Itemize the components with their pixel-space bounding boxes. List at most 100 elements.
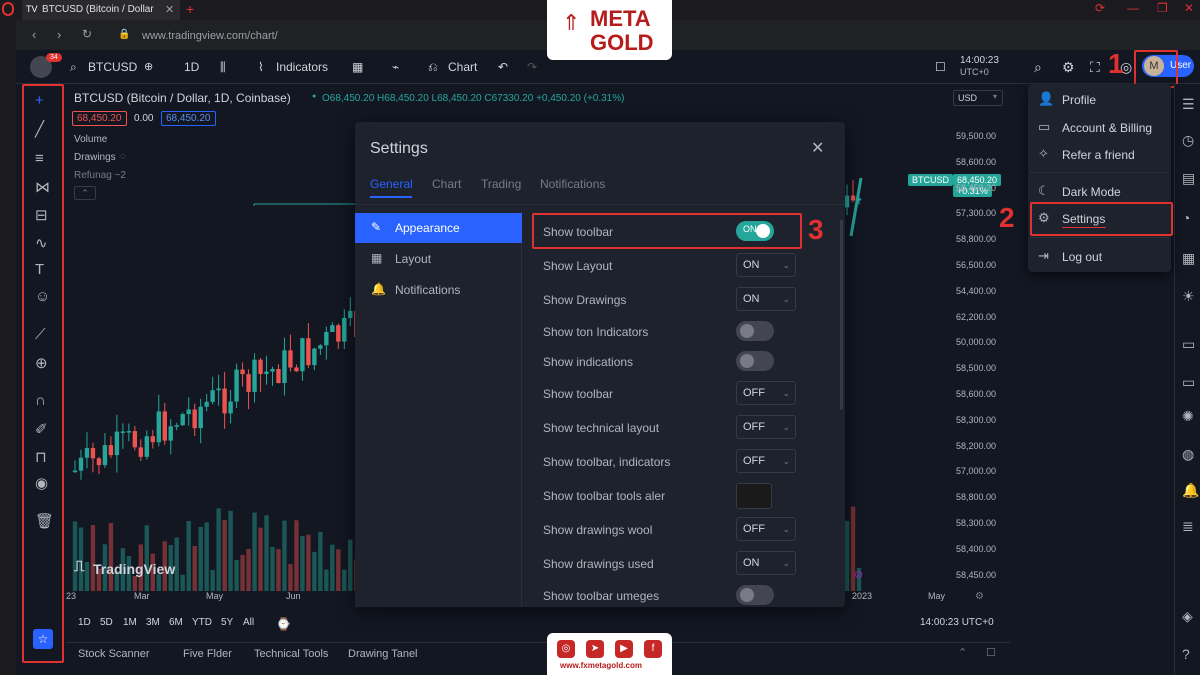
bottom-tab[interactable]: Drawing Tanel (348, 648, 418, 660)
search-icon[interactable]: ⌕ (70, 50, 77, 84)
range-button[interactable]: 6M (169, 617, 183, 628)
sell-price[interactable]: 68,450.20 (72, 111, 127, 126)
indicators-button[interactable]: Indicators (276, 50, 328, 84)
chat-icon[interactable]: ▭ (1182, 336, 1195, 353)
telegram-icon[interactable]: ➤ (586, 640, 604, 658)
search-icon-2[interactable]: ⌕ (1034, 50, 1042, 84)
browser-tab[interactable]: BTCUSD (Bitcoin / Dollar (22, 0, 180, 20)
interval-button[interactable]: 1D (184, 50, 199, 84)
lock-icon[interactable]: ⊓ (35, 448, 47, 466)
fullscreen-icon[interactable]: ⛶ (1090, 50, 1100, 84)
drawings-legend[interactable]: Drawings (74, 152, 116, 163)
chat2-icon[interactable]: ▭ (1182, 374, 1195, 391)
bottom-tab[interactable]: Technical Tools (254, 648, 328, 660)
candles-icon[interactable]: ⫼ (220, 50, 226, 84)
volume-legend[interactable]: Volume (74, 134, 107, 145)
setting-select[interactable]: OFF ⌄ (736, 517, 796, 541)
tab-notifications[interactable]: Notifications (540, 177, 605, 191)
setting-select[interactable]: OFF ⌄ (736, 381, 796, 405)
magnet-icon[interactable]: ∩ (35, 392, 46, 409)
close-window-icon[interactable]: ✕ (1184, 1, 1194, 15)
range-button[interactable]: 1D (78, 617, 91, 628)
watchlist-icon[interactable]: ☰ (1182, 96, 1195, 113)
eye-icon[interactable]: ◉ (35, 474, 48, 492)
layers-icon[interactable]: ◈ (1182, 608, 1193, 625)
symbol-search-button[interactable]: BTCUSD (88, 50, 137, 84)
back-icon[interactable]: ‹ (32, 27, 36, 42)
setting-toggle[interactable] (736, 321, 774, 341)
setting-select[interactable]: ON ⌄ (736, 551, 796, 575)
date-range-icon[interactable]: ⌚ (276, 617, 291, 631)
setting-toggle[interactable]: ON (736, 221, 774, 241)
tab-trading[interactable]: Trading (481, 177, 521, 191)
youtube-icon[interactable]: ▶ (615, 640, 633, 658)
facebook-icon[interactable]: f (644, 640, 662, 658)
menu-item-refer[interactable]: Refer a friend (1062, 148, 1135, 162)
tab-chart[interactable]: Chart (432, 177, 461, 191)
buy-price[interactable]: 68,450.20 (161, 111, 216, 126)
stream-icon[interactable]: ≣ (1182, 518, 1194, 535)
trash-icon[interactable]: 🗑 (35, 512, 54, 530)
instagram-icon[interactable]: ◎ (557, 640, 575, 658)
opera-icon[interactable] (2, 2, 14, 16)
range-button[interactable]: 1M (123, 617, 137, 628)
close-tab-icon[interactable]: ✕ (165, 3, 174, 16)
url-field[interactable]: www.tradingview.com/chart/ (112, 26, 972, 46)
minimize-icon[interactable]: — (1127, 1, 1139, 15)
setting-select[interactable]: OFF ⌄ (736, 449, 796, 473)
alert-icon[interactable]: ⌁ (392, 50, 399, 84)
range-button[interactable]: 5D (100, 617, 113, 628)
trendline-icon[interactable]: ╱ (35, 120, 44, 138)
ruler-icon[interactable]: ⟋ (35, 326, 46, 343)
settings-small-icon[interactable]: ⚙ (975, 591, 984, 602)
emoji-icon[interactable]: ☺ (35, 288, 50, 305)
event-icon[interactable]: ⊘ (854, 568, 863, 581)
text-icon[interactable]: T (35, 261, 44, 278)
collapse-panel-icon[interactable]: ⌃ (958, 646, 967, 659)
fib-icon[interactable]: ≡ (35, 150, 44, 167)
pattern-icon[interactable]: ⋈ (35, 178, 50, 196)
eye-off-icon[interactable]: ◌ (120, 151, 126, 162)
refunag-legend[interactable]: Refunag ~2 (74, 170, 126, 181)
range-button[interactable]: 3M (146, 617, 160, 628)
menu-item-logout[interactable]: Log out (1062, 250, 1102, 264)
restore-icon[interactable]: ❐ (1157, 1, 1168, 15)
help-icon[interactable]: ? (1182, 646, 1190, 662)
menu-item-dark-mode[interactable]: Dark Mode (1062, 185, 1121, 199)
setting-select[interactable]: ON ⌄ (736, 253, 796, 277)
window-icon[interactable]: ⟳ (1095, 1, 1105, 15)
forward-icon[interactable]: › (57, 27, 61, 42)
bell-icon-right[interactable]: 🔔 (1182, 482, 1199, 499)
undo-icon[interactable]: ↶ (498, 50, 508, 84)
dialog-scrollbar[interactable] (840, 220, 843, 410)
reload-icon[interactable]: ↻ (82, 27, 92, 41)
tab-general[interactable]: General (370, 177, 413, 191)
setting-color-box[interactable] (736, 483, 772, 509)
gear-icon[interactable]: ⚙ (1062, 50, 1075, 84)
collapse-legend-icon[interactable]: ⌃ (74, 186, 96, 200)
setting-select[interactable]: ON ⌄ (736, 287, 796, 311)
setting-toggle[interactable] (736, 585, 774, 605)
bottom-tab[interactable]: Five Flder (183, 648, 232, 660)
close-icon[interactable]: ✕ (811, 138, 824, 158)
hotlist-icon[interactable]: ✺ (1182, 408, 1194, 425)
bottom-tab[interactable]: Stock Scanner (78, 648, 150, 660)
calendar-icon[interactable]: ▦ (1182, 250, 1195, 267)
range-button[interactable]: YTD (192, 617, 212, 628)
menu-item-profile[interactable]: Profile (1062, 93, 1096, 107)
crosshair-icon[interactable]: + (35, 92, 44, 109)
favorites-star-icon[interactable]: ☆ (33, 629, 53, 649)
layout-icon[interactable]: ☐ (935, 50, 946, 84)
broadcast-icon[interactable]: ◍ (1182, 446, 1194, 463)
prediction-icon[interactable]: ∿ (35, 234, 48, 252)
maximize-panel-icon[interactable]: ☐ (986, 646, 996, 659)
redo-icon[interactable]: ↷ (527, 50, 537, 84)
range-button[interactable]: 5Y (221, 617, 233, 628)
setting-toggle[interactable] (736, 351, 774, 371)
templates-icon[interactable]: ▦ (352, 50, 363, 84)
zoom-icon[interactable]: ⊕ (35, 354, 48, 372)
chart-icon[interactable]: ◔ (1182, 210, 1190, 226)
setting-select[interactable]: OFF ⌄ (736, 415, 796, 439)
range-button[interactable]: All (243, 617, 254, 628)
new-tab-icon[interactable]: + (186, 1, 194, 17)
